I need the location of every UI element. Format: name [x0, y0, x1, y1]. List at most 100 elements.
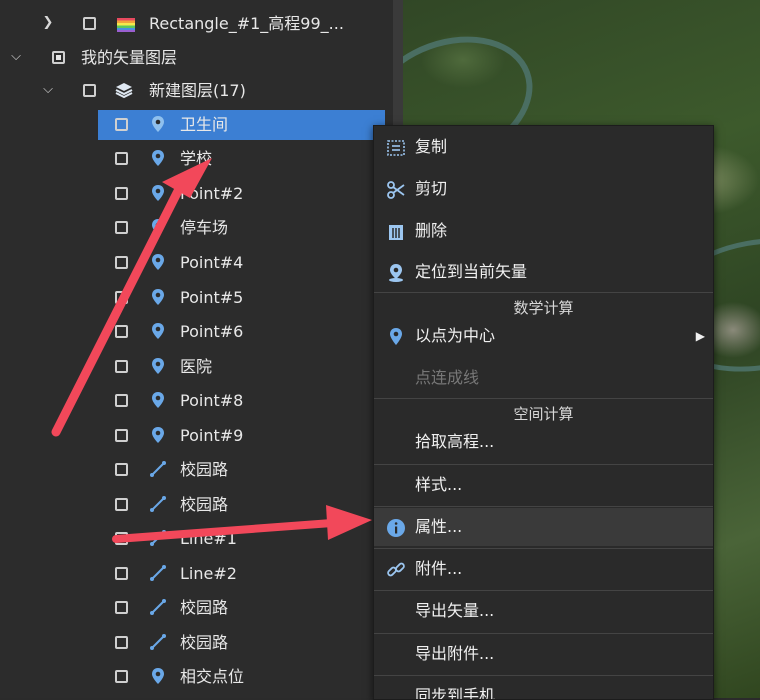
map-pin-icon [152, 219, 164, 235]
tree-row-feature[interactable]: Point#2 [0, 177, 393, 211]
tree-row-label: 校园路 [180, 460, 229, 479]
menu-item-label: 以点为中心 [415, 326, 496, 345]
tree-row-feature[interactable]: 校园路 [0, 591, 393, 625]
feature-checkbox[interactable] [115, 636, 128, 649]
tree-row-label: Point#5 [180, 288, 244, 307]
menu-divider [374, 506, 713, 507]
tree-row-rectangle[interactable]: ❯ Rectangle_#1_高程99_... [0, 7, 393, 41]
line-icon [150, 530, 166, 546]
map-pin-icon [390, 328, 402, 345]
feature-checkbox[interactable] [115, 118, 128, 131]
copy-icon [387, 140, 405, 156]
line-icon [150, 634, 166, 650]
feature-checkbox[interactable] [115, 394, 128, 407]
menu-item-copy[interactable]: 复制 [374, 128, 713, 166]
tree-row-feature[interactable]: 卫生间 [0, 108, 393, 142]
chevron-right-icon[interactable]: ❯ [41, 16, 55, 30]
menu-item-sync-phone[interactable]: 同步到手机 [374, 677, 713, 699]
menu-item-label: 导出矢量... [415, 601, 495, 620]
map-pin-icon [152, 358, 164, 374]
layer-checkbox[interactable] [83, 84, 96, 97]
feature-checkbox[interactable] [115, 291, 128, 304]
feature-checkbox[interactable] [115, 221, 128, 234]
tree-row-feature[interactable]: 停车场 [0, 211, 393, 245]
tree-row-label: Point#4 [180, 253, 244, 272]
tree-row-label: 校园路 [180, 598, 229, 617]
feature-checkbox[interactable] [115, 532, 128, 545]
map-pin-icon [152, 254, 164, 270]
menu-item-label: 定位到当前矢量 [415, 262, 528, 281]
layer-checkbox[interactable] [83, 17, 96, 30]
menu-item-label: 附件... [415, 559, 463, 578]
feature-checkbox[interactable] [115, 152, 128, 165]
feature-checkbox[interactable] [115, 670, 128, 683]
menu-item-label: 点连成线 [415, 368, 480, 387]
menu-item-export-attachments[interactable]: 导出附件... [374, 635, 713, 673]
feature-checkbox[interactable] [115, 601, 128, 614]
menu-item-delete[interactable]: 删除 [374, 212, 713, 250]
tree-row-label: 校园路 [180, 633, 229, 652]
line-icon [150, 565, 166, 581]
menu-item-cut[interactable]: 剪切 [374, 170, 713, 208]
tree-row-feature[interactable]: 医院 [0, 350, 393, 384]
feature-checkbox[interactable] [115, 429, 128, 442]
feature-checkbox[interactable] [115, 256, 128, 269]
tree-row-feature[interactable]: Point#9 [0, 419, 393, 453]
tree-row-feature[interactable]: Point#8 [0, 384, 393, 418]
menu-item-label: 属性... [415, 517, 463, 536]
feature-checkbox[interactable] [115, 567, 128, 580]
trash-icon [389, 225, 403, 240]
tree-row-feature[interactable]: Line#2 [0, 557, 393, 591]
chevron-down-icon[interactable]: ⌵ [41, 83, 55, 97]
menu-item-properties[interactable]: 属性... [374, 508, 713, 546]
menu-divider [374, 548, 713, 549]
group-checkbox[interactable] [52, 51, 65, 64]
feature-checkbox[interactable] [115, 360, 128, 373]
menu-item-attachments[interactable]: 附件... [374, 550, 713, 588]
line-icon [150, 599, 166, 615]
map-pin-icon [152, 668, 164, 684]
menu-item-label: 复制 [415, 137, 448, 156]
map-pin-icon [152, 116, 164, 132]
tree-row-label: 我的矢量图层 [81, 48, 178, 67]
tree-row-feature[interactable]: 校园路 [0, 626, 393, 660]
tree-row-feature[interactable]: 学校 [0, 142, 393, 176]
menu-item-export-vector[interactable]: 导出矢量... [374, 592, 713, 630]
menu-item-label: 导出附件... [415, 644, 495, 663]
menu-item-label: 样式... [415, 475, 463, 494]
tree-row-feature[interactable]: 校园路 [0, 453, 393, 487]
tree-row-label: 新建图层(17) [149, 81, 246, 100]
submenu-arrow-icon: ▶ [695, 329, 705, 343]
map-pin-icon [152, 185, 164, 201]
menu-divider [374, 590, 713, 591]
map-pin-icon [152, 427, 164, 443]
tree-row-feature[interactable]: Point#6 [0, 315, 393, 349]
map-pin-icon [152, 323, 164, 339]
menu-item-pick-elevation[interactable]: 拾取高程... [374, 423, 713, 461]
section-label: 空间计算 [513, 405, 574, 423]
menu-item-center-on-point[interactable]: 以点为中心 ▶ [374, 317, 713, 355]
menu-divider [374, 633, 713, 634]
tree-row-feature[interactable]: Line#1 [0, 522, 393, 556]
tree-row-my-vector-layers[interactable]: ⌵ 我的矢量图层 [0, 41, 393, 75]
scissors-icon [387, 181, 405, 199]
tree-row-new-layer[interactable]: ⌵ 新建图层(17) [0, 74, 393, 108]
tree-row-feature[interactable]: 校园路 [0, 488, 393, 522]
feature-checkbox[interactable] [115, 187, 128, 200]
tree-row-label: Rectangle_#1_高程99_... [149, 14, 344, 33]
menu-item-style[interactable]: 样式... [374, 466, 713, 504]
layer-tree-panel: ❯ Rectangle_#1_高程99_... ⌵ 我的矢量图层 ⌵ 新建图层(… [0, 0, 393, 698]
menu-item-locate[interactable]: 定位到当前矢量 [374, 253, 713, 291]
chevron-down-icon[interactable]: ⌵ [9, 50, 23, 64]
locate-pin-icon [389, 264, 403, 282]
tree-row-label: 学校 [180, 149, 213, 168]
tree-row-feature[interactable]: 相交点位 [0, 660, 393, 694]
feature-checkbox[interactable] [115, 498, 128, 511]
line-icon [150, 496, 166, 512]
tree-row-label: 卫生间 [180, 115, 229, 134]
tree-row-label: Line#2 [180, 564, 237, 583]
tree-row-feature[interactable]: Point#5 [0, 281, 393, 315]
feature-checkbox[interactable] [115, 325, 128, 338]
tree-row-feature[interactable]: Point#4 [0, 246, 393, 280]
feature-checkbox[interactable] [115, 463, 128, 476]
